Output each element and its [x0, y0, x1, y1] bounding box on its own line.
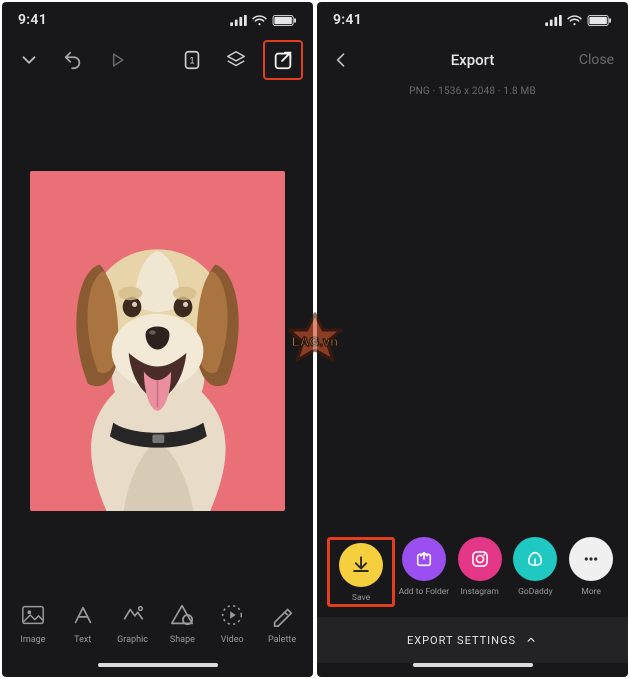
video-icon [218, 601, 246, 629]
graphic-icon [119, 601, 147, 629]
dest-label: Instagram [460, 587, 498, 597]
export-settings-label: EXPORT SETTINGS [407, 634, 516, 647]
editor-canvas[interactable] [30, 171, 285, 511]
tool-label: Shape [170, 635, 195, 645]
save-icon-circle [339, 543, 383, 587]
add-to-folder-icon [413, 548, 435, 570]
instagram-icon-circle [458, 537, 502, 581]
tool-label: Text [74, 635, 91, 645]
tool-palette[interactable]: Palette [259, 601, 305, 645]
pages-icon [181, 49, 203, 71]
instagram-icon [469, 548, 491, 570]
tool-shape[interactable]: Shape [159, 601, 205, 645]
tool-graphic[interactable]: Graphic [110, 601, 156, 645]
tool-label: Image [20, 635, 45, 645]
chevron-down-icon [18, 49, 40, 71]
export-info: PNG · 1536 x 2048 · 1.8 MB [317, 82, 628, 99]
cellular-icon [230, 15, 247, 26]
dest-godaddy[interactable]: GoDaddy [509, 537, 563, 597]
screenshot-export: 9:41 Export Close PNG · 1536 x 2048 · 1.… [317, 2, 628, 677]
image-icon [19, 601, 47, 629]
dest-label: Save [352, 593, 370, 603]
dest-save[interactable]: Save [333, 543, 389, 603]
export-destinations: Save Add to Folder Instagram GoDaddy [317, 529, 628, 611]
close-editor-button[interactable] [12, 43, 46, 77]
tool-label: Graphic [117, 635, 148, 645]
undo-icon [62, 49, 84, 71]
more-icon-circle [569, 537, 613, 581]
folder-icon-circle [402, 537, 446, 581]
shape-icon [168, 601, 196, 629]
export-button[interactable] [266, 43, 300, 77]
tool-label: Video [221, 635, 244, 645]
cellular-icon [545, 15, 562, 26]
status-bar: 9:41 [2, 2, 313, 38]
layers-button[interactable] [219, 43, 253, 77]
tool-video[interactable]: Video [209, 601, 255, 645]
editor-bottom-toolbar: Image Text Graphic Shape Video Palette [2, 591, 313, 663]
godaddy-icon-circle [513, 537, 557, 581]
download-icon [349, 553, 373, 577]
dest-add-to-folder[interactable]: Add to Folder [397, 537, 451, 597]
screenshot-editor: 9:41 [2, 2, 313, 677]
palette-icon [268, 601, 296, 629]
battery-icon [587, 15, 612, 26]
tool-image[interactable]: Image [10, 601, 56, 645]
undo-button[interactable] [56, 43, 90, 77]
layers-icon [225, 49, 247, 71]
status-time: 9:41 [18, 12, 47, 28]
tool-text[interactable]: Text [60, 601, 106, 645]
export-icon [272, 49, 294, 71]
play-button[interactable] [100, 43, 134, 77]
editor-canvas-area [2, 82, 313, 591]
chevron-up-icon [524, 633, 538, 647]
export-settings-button[interactable]: EXPORT SETTINGS [317, 617, 628, 663]
export-button-highlight [263, 40, 303, 80]
export-header: Export Close [317, 38, 628, 82]
dest-label: Add to Folder [399, 587, 450, 597]
battery-icon [272, 15, 297, 26]
wifi-icon [252, 15, 267, 26]
canvas-content [30, 171, 285, 511]
home-indicator[interactable] [317, 663, 628, 677]
status-time: 9:41 [333, 12, 362, 28]
back-button[interactable] [331, 50, 361, 70]
editor-top-toolbar [2, 38, 313, 82]
wifi-icon [567, 15, 582, 26]
status-icons [230, 15, 297, 26]
chevron-left-icon [331, 50, 351, 70]
dest-more[interactable]: More [564, 537, 618, 597]
pages-button[interactable] [175, 43, 209, 77]
close-button[interactable]: Close [579, 52, 614, 68]
play-icon [107, 50, 127, 70]
export-preview-area [317, 99, 628, 529]
status-bar: 9:41 [317, 2, 628, 38]
home-indicator[interactable] [2, 663, 313, 677]
dest-label: More [581, 587, 601, 597]
godaddy-icon [524, 548, 546, 570]
status-icons [545, 15, 612, 26]
dest-instagram[interactable]: Instagram [453, 537, 507, 597]
save-button-highlight: Save [327, 537, 395, 607]
text-icon [69, 601, 97, 629]
tool-label: Palette [268, 635, 296, 645]
more-icon [580, 548, 602, 570]
dest-label: GoDaddy [518, 587, 552, 597]
